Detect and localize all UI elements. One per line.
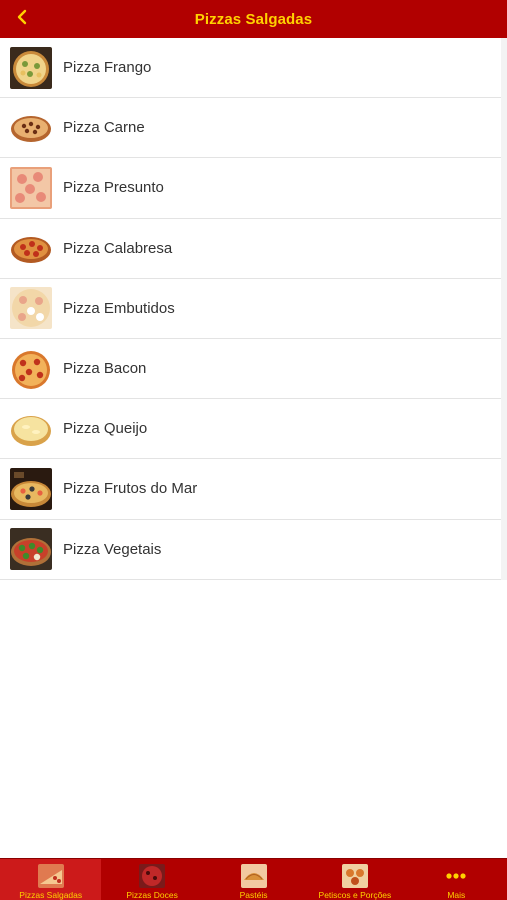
list-item-label: Pizza Carne: [63, 119, 145, 137]
tab-mais[interactable]: Mais: [406, 859, 507, 900]
tab-pizzas-doces[interactable]: Pizzas Doces: [101, 859, 202, 900]
tab-pasteis[interactable]: Pastéis: [203, 859, 304, 900]
pizza-frutos-do-mar-thumbnail: [10, 467, 52, 510]
pizza-bacon-thumbnail: [10, 347, 52, 390]
pizza-calabresa-thumbnail: [10, 227, 52, 270]
navigation-bar: Pizzas Salgadas: [0, 0, 507, 38]
list-item-pizza-bacon[interactable]: Pizza Bacon: [0, 338, 501, 400]
pizza-presunto-thumbnail: [10, 166, 52, 209]
list-item-pizza-carne[interactable]: Pizza Carne: [0, 98, 501, 159]
list-item-label: Pizza Embutidos: [63, 299, 175, 317]
tab-pizzas-salgadas[interactable]: Pizzas Salgadas: [0, 859, 102, 900]
tab-bar: Pizzas Salgadas Pizzas Doces Pastéis Pet…: [0, 858, 507, 900]
snacks-icon: [341, 863, 368, 888]
list-item-label: Pizza Calabresa: [63, 239, 173, 257]
list-item-label: Pizza Frango: [63, 59, 152, 77]
list-item-label: Pizza Vegetais: [63, 540, 162, 558]
list-item-pizza-queijo[interactable]: Pizza Queijo: [0, 399, 501, 460]
pastel-icon: [240, 863, 267, 888]
sweet-pizza-icon: [139, 863, 166, 888]
list-item-pizza-frango[interactable]: Pizza Frango: [0, 38, 501, 99]
list-item-label: Pizza Frutos do Mar: [63, 480, 198, 498]
list-item-pizza-embutidos[interactable]: Pizza Embutidos: [0, 278, 501, 339]
pizza-vegetais-thumbnail: [10, 528, 52, 571]
tab-label: Mais: [447, 890, 466, 900]
list-item-pizza-vegetais[interactable]: Pizza Vegetais: [0, 519, 501, 580]
page-title: Pizzas Salgadas: [194, 10, 313, 28]
more-dots-icon: [443, 863, 469, 888]
pizza-list: Pizza Frango Pizza Carne Pizza Presunto …: [0, 38, 507, 580]
list-item-label: Pizza Presunto: [63, 179, 164, 197]
pizza-slice-icon: [37, 863, 64, 888]
list-item-label: Pizza Queijo: [63, 420, 148, 438]
pizza-queijo-thumbnail: [10, 407, 52, 450]
pizza-frango-thumbnail: [10, 46, 52, 89]
list-item-label: Pizza Bacon: [63, 360, 147, 378]
list-item-pizza-calabresa[interactable]: Pizza Calabresa: [0, 218, 501, 279]
chevron-left-icon: [16, 9, 28, 30]
tab-label: Pizzas Salgadas: [19, 890, 83, 900]
back-button[interactable]: [10, 6, 34, 32]
tab-label: Petiscos e Porções: [318, 890, 392, 900]
tab-label: Pastéis: [239, 890, 268, 900]
tab-petiscos-e-porcoes[interactable]: Petiscos e Porções: [304, 859, 405, 900]
pizza-embutidos-thumbnail: [10, 287, 52, 330]
list-item-pizza-presunto[interactable]: Pizza Presunto: [0, 158, 501, 219]
tab-label: Pizzas Doces: [126, 890, 178, 900]
pizza-carne-thumbnail: [10, 106, 52, 149]
list-item-pizza-frutos-do-mar[interactable]: Pizza Frutos do Mar: [0, 459, 501, 520]
